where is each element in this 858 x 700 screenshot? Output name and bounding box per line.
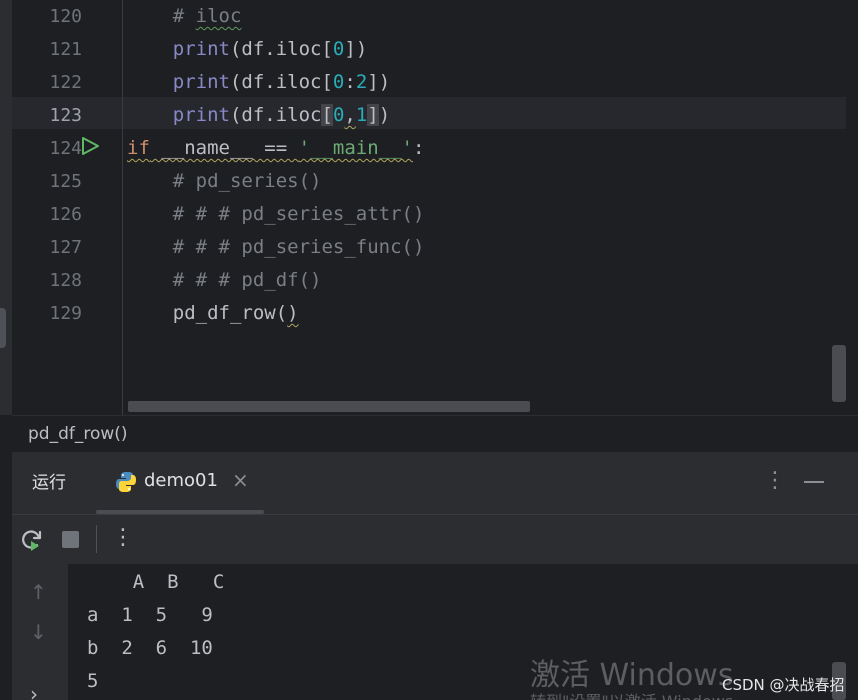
code-editor[interactable]: 120 121 122 123 124 125 126 127 128 129 # iloc pr…: [0, 0, 858, 415]
code-token: print: [172, 104, 230, 126]
more-options-icon[interactable]: ⋮: [764, 468, 786, 493]
horizontal-scrollbar[interactable]: [128, 401, 530, 412]
gutter-divider: [122, 0, 123, 415]
run-gutter-icon[interactable]: [80, 136, 100, 156]
line-number-gutter: 120 121 122 123 124 125 126 127 128 129: [12, 0, 122, 415]
line-number: 122: [49, 72, 82, 93]
line-number: 127: [49, 237, 82, 258]
code-token: 2: [355, 71, 368, 93]
code-token: ,: [344, 104, 356, 126]
line-number: 123: [49, 105, 82, 126]
console-side-toolbar: ↑ ↓ ›: [12, 564, 68, 700]
code-token: # # # pd_df(): [172, 269, 322, 291]
code-token: #: [172, 5, 196, 27]
code-token: # # # pd_series_attr(): [172, 203, 425, 225]
code-line[interactable]: # iloc: [127, 0, 242, 33]
code-token: ]): [367, 71, 391, 93]
expand-icon[interactable]: ›: [30, 682, 38, 700]
scroll-down-icon[interactable]: ↓: [30, 620, 47, 644]
console-line: A B C: [87, 571, 225, 593]
code-token: [: [321, 104, 333, 126]
run-tool-window-header: 运行 demo01 × ⋮: [12, 452, 858, 514]
breadcrumb[interactable]: pd_df_row(): [28, 416, 128, 453]
code-line[interactable]: # pd_series(): [127, 165, 322, 198]
left-strip-tab[interactable]: [0, 308, 6, 348]
left-tool-strip: [0, 0, 12, 415]
code-line[interactable]: print(df.iloc[0]): [127, 33, 368, 66]
code-token: (df.iloc: [229, 104, 322, 126]
code-token: :: [413, 137, 425, 159]
scroll-up-icon[interactable]: ↑: [30, 580, 47, 604]
stop-icon[interactable]: [62, 531, 79, 548]
rerun-icon[interactable]: [20, 528, 44, 552]
code-line[interactable]: # # # pd_series_func(): [127, 231, 425, 264]
line-number: 126: [49, 204, 82, 225]
minimize-icon[interactable]: [804, 481, 824, 483]
line-number: 128: [49, 270, 82, 291]
code-token: 0: [332, 38, 345, 60]
code-token: print: [172, 38, 230, 60]
code-token: 0: [332, 104, 345, 126]
code-token: 1: [355, 104, 368, 126]
console-line: a 1 5 9: [87, 604, 213, 626]
code-token: __name__ ==: [149, 137, 299, 159]
code-line[interactable]: print(df.iloc[0:2]): [127, 66, 390, 99]
code-token: (df.iloc[: [229, 71, 333, 93]
line-number: 125: [49, 171, 82, 192]
tab-demo01[interactable]: demo01 ×: [96, 452, 264, 514]
code-token: iloc: [195, 5, 242, 27]
code-token: (df.iloc[: [229, 38, 333, 60]
line-number: 120: [49, 6, 82, 27]
code-token: ): [378, 104, 391, 126]
code-token: ]): [344, 38, 368, 60]
code-token: # pd_series(): [172, 170, 322, 192]
code-line[interactable]: # # # pd_df(): [127, 264, 322, 297]
line-number: 121: [49, 39, 82, 60]
run-toolbar: ⋮: [12, 514, 858, 564]
code-token: :: [344, 71, 356, 93]
code-token: 0: [332, 71, 345, 93]
close-icon[interactable]: ×: [232, 468, 249, 492]
code-token: ]: [367, 104, 379, 126]
code-token: # # # pd_series_func(): [172, 236, 425, 258]
console-line: 5: [87, 670, 99, 692]
code-line[interactable]: print(df.iloc[0,1]): [127, 99, 390, 132]
vertical-scrollbar[interactable]: [832, 345, 846, 402]
code-token: print: [172, 71, 230, 93]
console-line: b 2 6 10: [87, 637, 213, 659]
breadcrumb-bar: pd_df_row(): [12, 415, 858, 452]
run-tool-title[interactable]: 运行: [32, 468, 66, 493]
code-token: '__main__': [298, 137, 413, 159]
activation-watermark-sub: 转到"设置"以激活 Windows。: [530, 688, 749, 700]
toolbar-divider: [96, 525, 97, 553]
line-number: 129: [49, 303, 82, 324]
code-token: ): [287, 302, 299, 324]
more-options-icon[interactable]: ⋮: [112, 525, 134, 550]
code-token: pd_df_row(: [172, 302, 288, 324]
code-line[interactable]: # # # pd_series_attr(): [127, 198, 425, 231]
code-line[interactable]: pd_df_row(): [127, 297, 299, 330]
csdn-credit: CSDN @决战春招: [722, 676, 845, 694]
line-number: 124: [49, 138, 82, 159]
python-icon: [116, 472, 136, 492]
tab-label: demo01: [144, 470, 218, 491]
code-token: if: [127, 137, 150, 159]
code-line[interactable]: if __name__ == '__main__':: [127, 132, 424, 165]
